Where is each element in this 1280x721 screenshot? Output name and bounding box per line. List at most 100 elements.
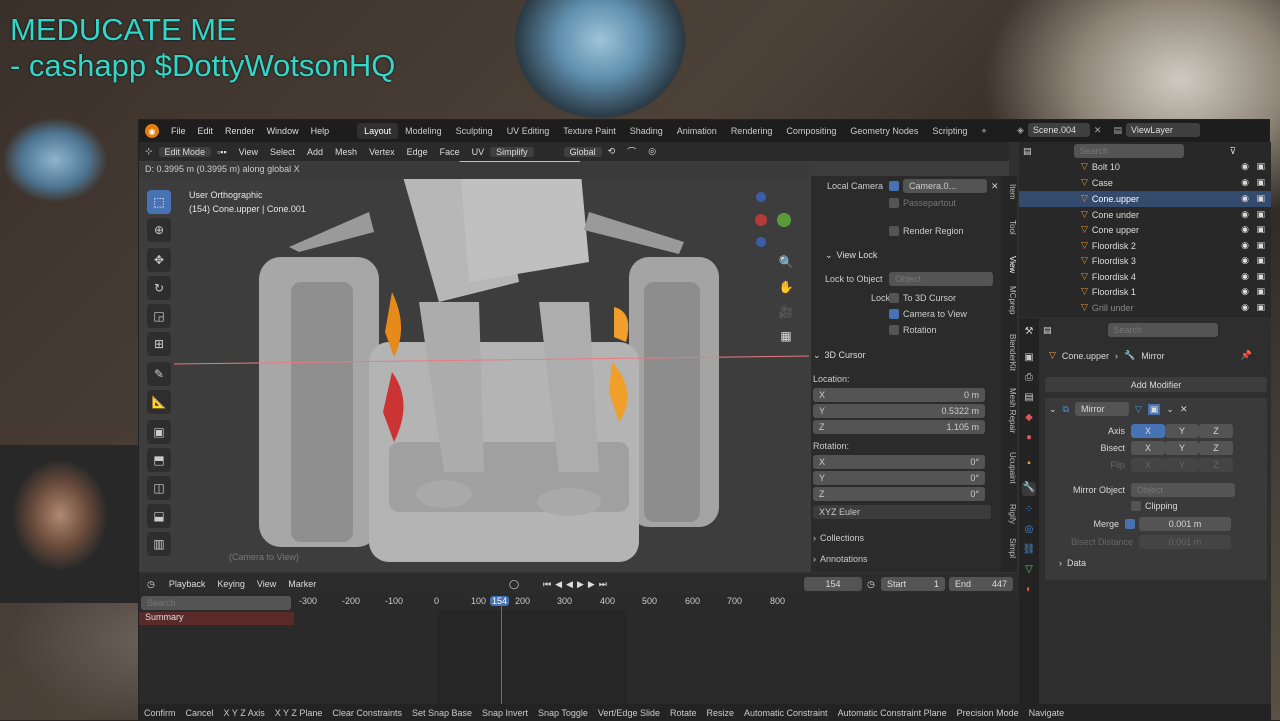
menu-mesh[interactable]: Mesh xyxy=(329,147,363,157)
proportional-icon[interactable]: ◎ xyxy=(642,146,662,157)
tab-geometry-nodes[interactable]: Geometry Nodes xyxy=(843,123,925,139)
camera-icon[interactable]: ▣ xyxy=(1256,209,1265,220)
location-z-field[interactable]: Z 1.105 m xyxy=(813,420,985,434)
transform-tool-icon[interactable]: ⊞ xyxy=(147,332,171,356)
menu-view[interactable]: View xyxy=(251,579,282,589)
current-frame-field[interactable]: 154 xyxy=(804,577,862,591)
clipping-checkbox[interactable] xyxy=(1131,501,1141,511)
tab-rigify[interactable]: Rigify xyxy=(1001,504,1017,524)
location-y-field[interactable]: Y 0.5322 m xyxy=(813,404,985,418)
bisect-y-toggle[interactable]: Y xyxy=(1165,441,1199,455)
camera-view-icon[interactable]: 🎥 xyxy=(776,302,796,322)
menu-uv[interactable]: UV xyxy=(466,147,491,157)
camera-field[interactable]: Camera.0... xyxy=(903,179,987,193)
tab-tool[interactable]: Tool xyxy=(1001,220,1017,235)
camera-icon[interactable]: ▣ xyxy=(1256,224,1265,235)
loopcut-tool-icon[interactable]: ▥ xyxy=(147,532,171,556)
blender-logo-icon[interactable]: ◉ xyxy=(145,124,159,138)
outliner-type-icon[interactable]: ▤ xyxy=(1023,146,1032,157)
chevron-right-icon[interactable]: › xyxy=(813,554,816,564)
merge-distance-field[interactable]: 0.001 m xyxy=(1139,517,1231,531)
snap-icon[interactable]: ⌒ xyxy=(621,145,642,158)
tab-compositing[interactable]: Compositing xyxy=(779,123,843,139)
eye-icon[interactable]: ◉ xyxy=(1241,255,1249,266)
timeline-type-icon[interactable]: ◷ xyxy=(139,579,163,590)
camera-icon[interactable]: ▣ xyxy=(1256,271,1265,282)
menu-render[interactable]: Render xyxy=(219,126,261,136)
filter-icon[interactable]: ⊽ xyxy=(1230,146,1237,157)
tab-shading[interactable]: Shading xyxy=(623,123,670,139)
view-layer-tab-icon[interactable]: ▤ xyxy=(1022,392,1036,406)
scene-tab-icon[interactable]: ◆ xyxy=(1022,412,1036,426)
scale-tool-icon[interactable]: ◲ xyxy=(147,304,171,328)
eye-icon[interactable]: ◉ xyxy=(1241,224,1249,235)
menu-marker[interactable]: Marker xyxy=(282,579,322,589)
camera-icon[interactable]: ▣ xyxy=(1256,286,1265,297)
eye-icon[interactable]: ◉ xyxy=(1241,302,1249,313)
summary-channel[interactable]: Summary xyxy=(139,612,294,625)
menu-edge[interactable]: Edge xyxy=(401,147,434,157)
pin-icon[interactable]: 📌 xyxy=(1241,350,1252,361)
tool-tab-icon[interactable]: ⚒ xyxy=(1022,326,1036,340)
tab-rendering[interactable]: Rendering xyxy=(724,123,780,139)
chevron-down-icon[interactable]: ⌄ xyxy=(1166,404,1174,415)
annotate-tool-icon[interactable]: ✎ xyxy=(147,362,171,386)
pan-hand-icon[interactable]: ✋ xyxy=(776,277,796,297)
merge-checkbox[interactable] xyxy=(1125,519,1135,529)
material-tab-icon[interactable]: ◐ xyxy=(1022,584,1036,598)
end-frame-field[interactable]: End 447 xyxy=(949,577,1013,591)
add-modifier-button[interactable]: Add Modifier xyxy=(1045,377,1267,392)
tab-animation[interactable]: Animation xyxy=(670,123,724,139)
outliner-row[interactable]: ▽ Bolt 10 ◉ ▣ xyxy=(1019,159,1271,175)
tab-item[interactable]: Item xyxy=(1001,184,1017,200)
outliner-row[interactable]: ▽ Case ◉ ▣ xyxy=(1019,175,1271,191)
orientation-selector[interactable]: Global xyxy=(563,146,602,157)
tab-blenderkit[interactable]: BlenderKit xyxy=(1001,334,1017,371)
constraints-tab-icon[interactable]: ⛓ xyxy=(1022,544,1036,558)
select-mode-vertex-icon[interactable]: ▫▪▪ xyxy=(211,147,233,157)
menu-edit[interactable]: Edit xyxy=(192,126,220,136)
record-icon[interactable]: ◯ xyxy=(509,579,519,590)
tab-mcprep[interactable]: MCprep xyxy=(1001,286,1017,314)
editmode-toggle-icon[interactable]: ▽ xyxy=(1135,404,1142,415)
chevron-right-icon[interactable]: › xyxy=(813,533,816,543)
camera-icon[interactable]: ▣ xyxy=(1256,255,1265,266)
camera-icon[interactable]: ▣ xyxy=(1256,161,1265,172)
close-icon[interactable]: ✕ xyxy=(1180,404,1188,415)
start-frame-field[interactable]: Start 1 xyxy=(881,577,945,591)
render-tab-icon[interactable]: ▣ xyxy=(1022,352,1036,366)
collections-header[interactable]: Collections xyxy=(820,533,864,543)
tab-simpl[interactable]: Simpl xyxy=(1001,538,1017,558)
mirror-object-field[interactable]: Object xyxy=(1131,483,1235,497)
axis-y-toggle[interactable]: Y xyxy=(1165,424,1199,438)
outliner-search[interactable]: Search xyxy=(1073,144,1184,158)
editor-type-icon[interactable]: ⊹ xyxy=(139,146,159,157)
add-workspace-button[interactable]: + xyxy=(974,123,993,139)
scene-selector[interactable]: Scene.004 xyxy=(1027,123,1090,137)
view-lock-header[interactable]: View Lock xyxy=(837,250,878,260)
tab-texture-paint[interactable]: Texture Paint xyxy=(556,123,623,139)
modifier-name-field[interactable]: Mirror xyxy=(1074,402,1129,416)
cursor-tool-icon[interactable]: ⊕ xyxy=(147,218,171,242)
camera-icon[interactable]: ▣ xyxy=(1256,302,1265,313)
axis-x-toggle[interactable]: X xyxy=(1131,424,1165,438)
tab-sculpting[interactable]: Sculpting xyxy=(449,123,500,139)
playhead-line[interactable] xyxy=(501,596,502,704)
lock-rotation-checkbox[interactable] xyxy=(889,325,899,335)
particles-tab-icon[interactable]: ⁘ xyxy=(1022,504,1036,518)
rotation-mode-select[interactable]: XYZ Euler xyxy=(813,505,991,519)
tab-layout[interactable]: Layout xyxy=(357,123,399,139)
clear-camera-icon[interactable]: ✕ xyxy=(991,181,999,192)
physics-tab-icon[interactable]: ◎ xyxy=(1022,524,1036,538)
eye-icon[interactable]: ◉ xyxy=(1241,177,1249,188)
select-tool-icon[interactable]: ⬚ xyxy=(147,190,171,214)
camera-icon[interactable]: ▣ xyxy=(1256,177,1265,188)
flip-z-toggle[interactable]: Z xyxy=(1199,458,1233,472)
world-tab-icon[interactable]: ● xyxy=(1022,432,1036,446)
tab-uv-editing[interactable]: UV Editing xyxy=(500,123,557,139)
data-subpanel[interactable]: Data xyxy=(1067,558,1086,568)
outliner-row[interactable]: ▽ Floordisk 1 ◉ ▣ xyxy=(1019,284,1271,300)
eye-icon[interactable]: ◉ xyxy=(1241,209,1249,220)
rotation-x-field[interactable]: X 0° xyxy=(813,455,985,469)
flip-x-toggle[interactable]: X xyxy=(1131,458,1165,472)
